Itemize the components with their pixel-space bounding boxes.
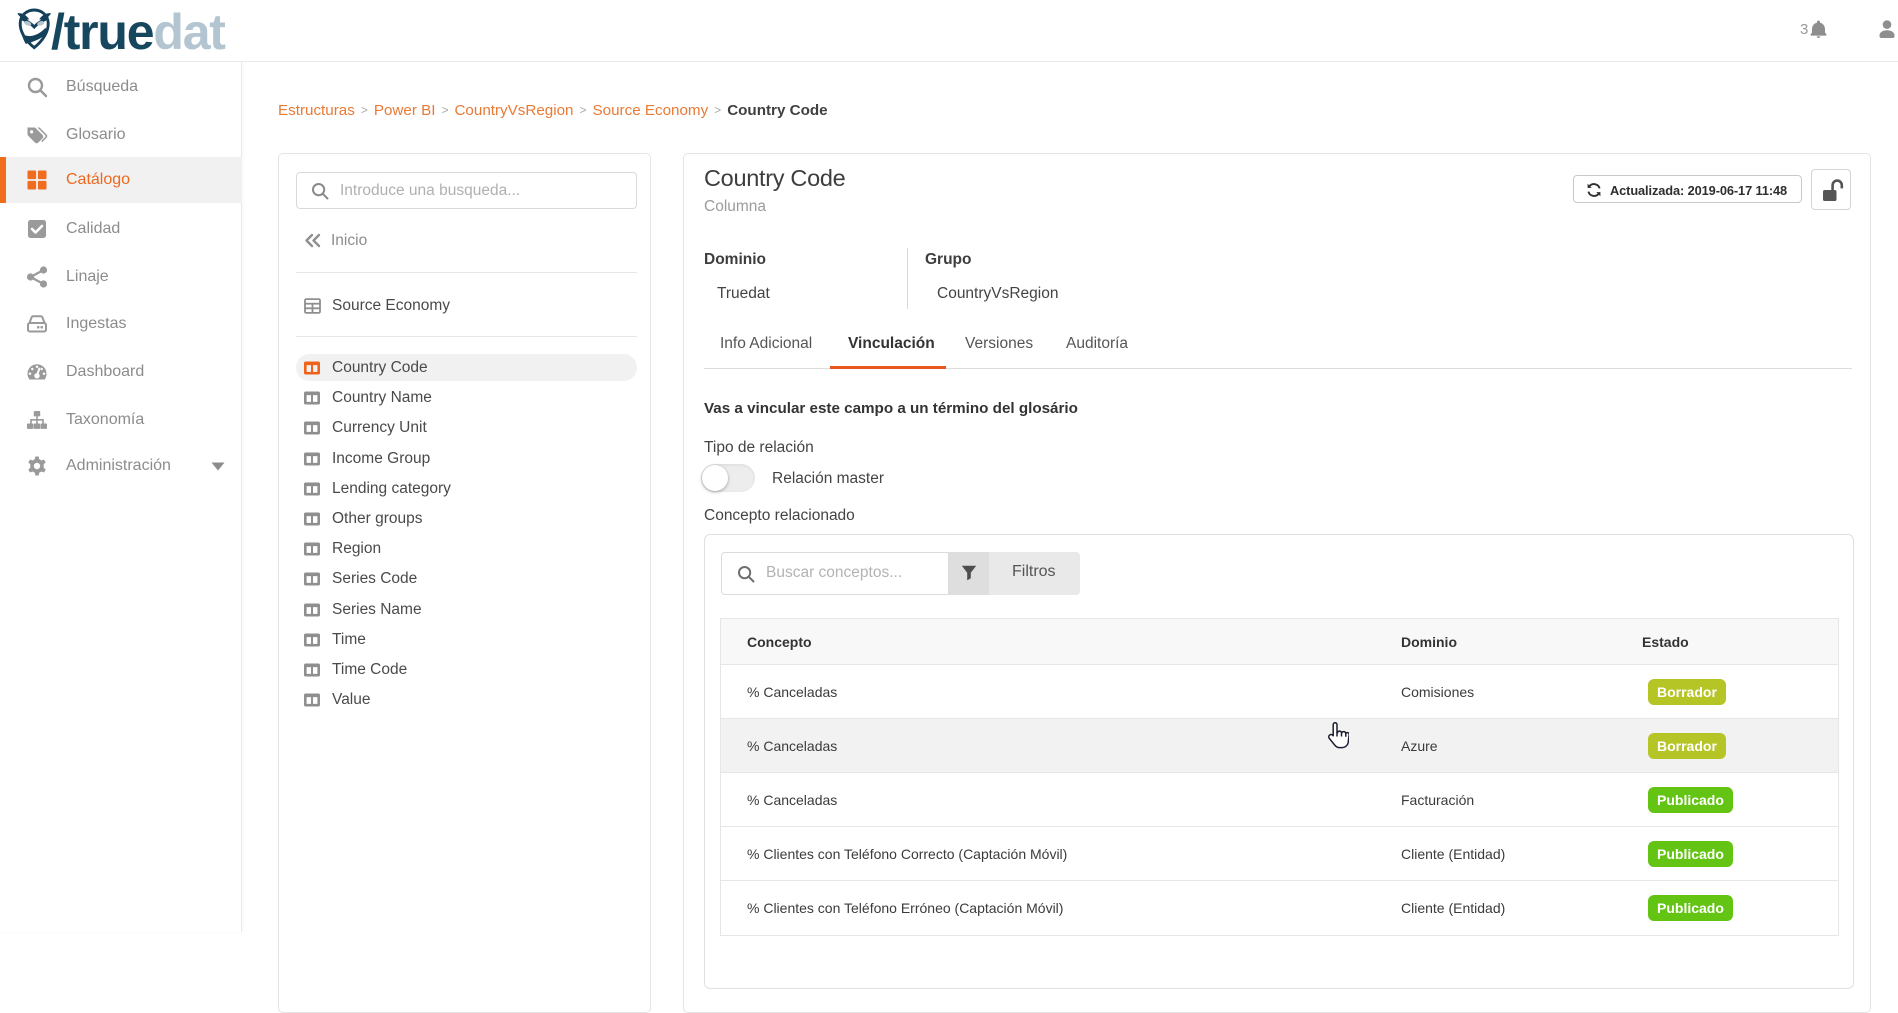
svg-text:/truedat: /truedat	[51, 4, 226, 58]
